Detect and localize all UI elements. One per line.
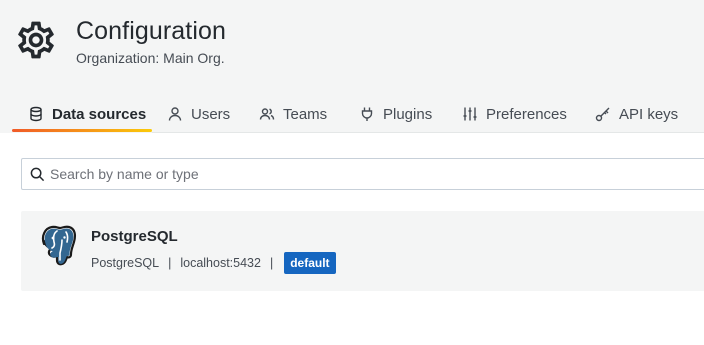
tab-label: Plugins	[383, 105, 433, 123]
tab-label: Users	[191, 105, 231, 123]
tab-label: API keys	[619, 105, 679, 123]
tab-api-keys[interactable]: API keys	[595, 95, 678, 133]
datasource-meta: PostgreSQL | localhost:5432 | default	[91, 252, 336, 274]
search-input[interactable]	[50, 159, 704, 189]
plug-icon	[361, 107, 373, 121]
page-title: Configuration	[76, 17, 227, 45]
meta-separator: |	[168, 256, 172, 270]
tab-label: Teams	[283, 105, 328, 123]
config-tabs: Data sources Users Teams Plugins Prefere…	[0, 95, 704, 133]
tab-users[interactable]: Users	[167, 95, 230, 133]
search-box	[21, 158, 704, 190]
user-icon	[168, 107, 182, 121]
postgresql-logo-icon	[41, 225, 77, 266]
meta-separator: |	[269, 256, 274, 270]
datasource-type: PostgreSQL	[91, 256, 160, 270]
database-icon	[30, 106, 42, 122]
key-icon	[595, 107, 610, 122]
datasource-card-postgresql[interactable]: PostgreSQL PostgreSQL | localhost:5432 |…	[21, 211, 704, 291]
gear-icon	[18, 21, 54, 59]
users-icon	[259, 108, 275, 120]
tab-plugins[interactable]: Plugins	[359, 95, 432, 133]
search-icon	[30, 167, 45, 182]
tab-preferences[interactable]: Preferences	[462, 95, 567, 133]
page-subtitle: Organization: Main Org.	[76, 50, 225, 66]
tab-divider	[152, 132, 704, 133]
tab-label: Preferences	[486, 105, 567, 123]
active-tab-indicator	[12, 129, 152, 132]
tab-data-sources[interactable]: Data sources	[28, 95, 146, 133]
tab-label: Data sources	[52, 105, 147, 123]
tab-teams[interactable]: Teams	[259, 95, 327, 133]
sliders-icon	[463, 107, 477, 121]
datasource-name: PostgreSQL	[91, 228, 178, 245]
default-badge: default	[284, 252, 336, 274]
datasource-url: localhost:5432	[180, 256, 261, 270]
